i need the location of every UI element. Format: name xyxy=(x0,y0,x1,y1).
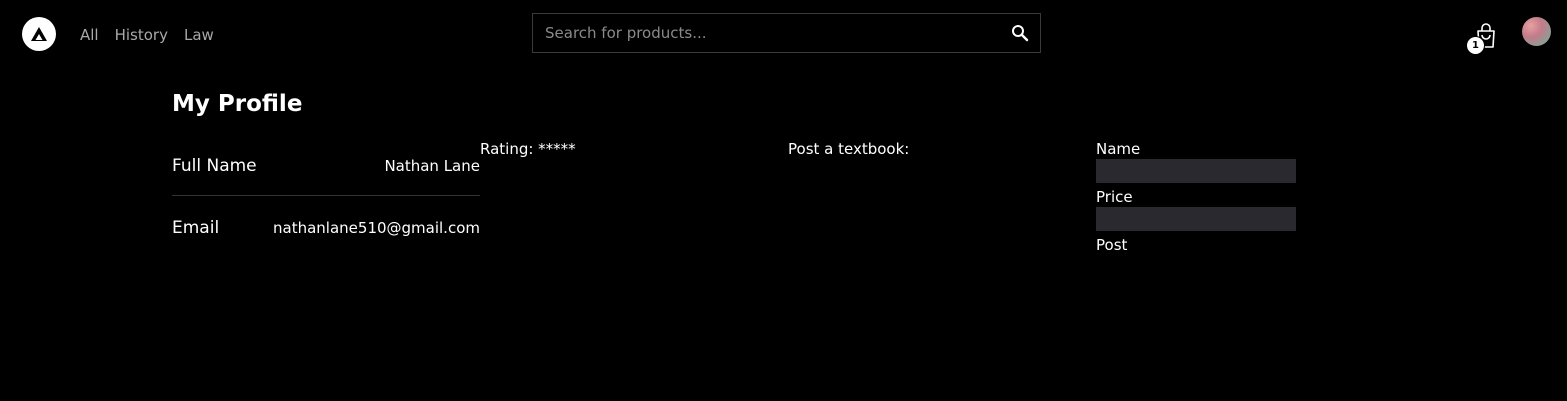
divider xyxy=(172,195,480,196)
price-input[interactable] xyxy=(1096,207,1296,231)
search-button[interactable] xyxy=(1000,14,1040,52)
page-title: My Profile xyxy=(172,91,303,117)
nav-link-all[interactable]: All xyxy=(80,26,99,44)
post-button[interactable]: Post xyxy=(1096,236,1127,255)
email-row: Email nathanlane510@gmail.com xyxy=(172,218,480,238)
logo-icon[interactable] xyxy=(22,17,56,51)
name-input[interactable] xyxy=(1096,159,1296,183)
rating-text: Rating: ***** xyxy=(480,140,576,158)
avatar[interactable] xyxy=(1522,17,1551,46)
cart-button[interactable]: 1 xyxy=(1466,21,1501,55)
search-input[interactable] xyxy=(533,14,1000,52)
name-label: Name xyxy=(1096,140,1141,158)
full-name-label: Full Name xyxy=(172,156,257,176)
triangle-logo-icon xyxy=(31,27,47,41)
email-value: nathanlane510@gmail.com xyxy=(273,219,480,237)
search-icon xyxy=(1012,25,1029,42)
nav-link-law[interactable]: Law xyxy=(184,26,214,44)
post-textbook-heading: Post a textbook: xyxy=(788,140,910,158)
cart-count-badge: 1 xyxy=(1466,36,1485,55)
nav-link-history[interactable]: History xyxy=(115,26,168,44)
full-name-row: Full Name Nathan Lane xyxy=(172,156,480,176)
category-nav: All History Law xyxy=(80,26,214,44)
price-label: Price xyxy=(1096,188,1133,206)
top-navbar: All History Law 1 xyxy=(0,0,1567,70)
search-bar xyxy=(532,13,1041,53)
full-name-value: Nathan Lane xyxy=(384,157,480,175)
email-label: Email xyxy=(172,218,220,238)
post-textbook-form: Name Price Post xyxy=(1096,140,1296,255)
